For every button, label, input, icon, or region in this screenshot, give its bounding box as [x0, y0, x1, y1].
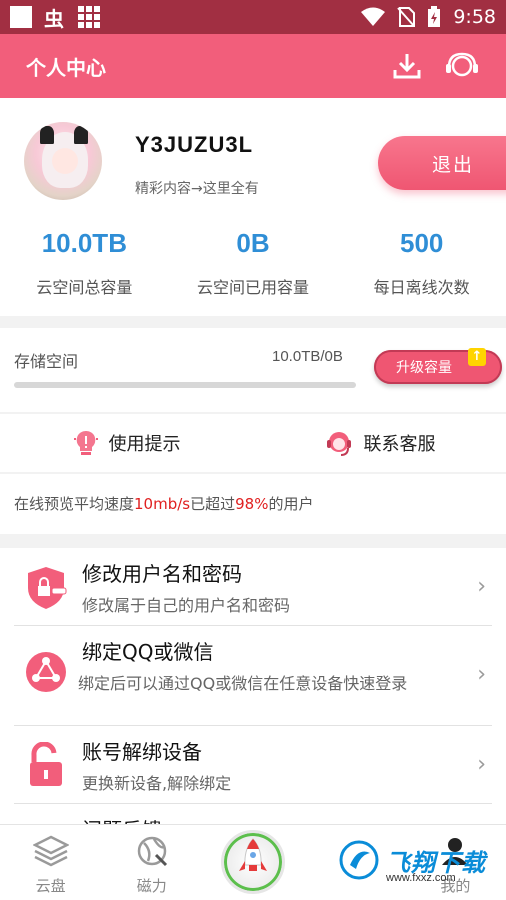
settings-menu: 修改用户名和密码 修改属于自己的用户名和密码 › 绑定QQ或微信 绑定后可以通过…	[0, 548, 506, 824]
storage-progress-bar	[14, 382, 356, 388]
contact-support-link[interactable]: 联系客服	[253, 414, 506, 472]
menu-item-title: 修改用户名和密码	[82, 562, 242, 586]
avatar[interactable]	[24, 122, 102, 200]
chevron-right-icon: ›	[477, 662, 486, 687]
rocket-icon	[239, 838, 267, 871]
battery-charging-icon	[428, 6, 441, 27]
stat-value: 10.0TB	[41, 228, 127, 258]
stat-used-capacity: 0B 云空间已用容量	[169, 228, 338, 298]
speed-note: 在线预览平均速度10mb/s已超过98%的用户	[0, 474, 506, 534]
speed-prefix: 在线预览平均速度	[14, 495, 135, 513]
menu-item-feedback[interactable]: 问题反馈	[14, 804, 492, 824]
menu-item-bind-qq-wechat[interactable]: 绑定QQ或微信 绑定后可以通过QQ或微信在任意设备快速登录 ›	[14, 626, 492, 726]
tab-magnet[interactable]: 磁力	[101, 825, 202, 900]
menu-item-subtitle: 更换新设备,解除绑定	[82, 774, 232, 793]
stat-label: 云空间已用容量	[197, 278, 310, 297]
storage-label: 存储空间	[14, 352, 79, 371]
menu-item-title: 账号解绑设备	[82, 740, 202, 764]
stat-value: 0B	[236, 228, 270, 258]
customer-service-icon	[326, 432, 351, 456]
magnet-globe-icon	[137, 836, 167, 867]
speed-percent: 98%	[235, 495, 269, 513]
usage-tips-label: 使用提示	[108, 434, 181, 455]
lightbulb-icon	[73, 430, 98, 455]
menu-item-unbind-device[interactable]: 账号解绑设备 更换新设备,解除绑定 ›	[14, 726, 492, 804]
clock: 9:58	[453, 6, 496, 28]
username: Y3JUZU3L	[135, 132, 254, 157]
status-bar: 虫 9:58	[0, 0, 506, 34]
watermark-logo-icon	[339, 840, 379, 880]
notification-square-icon	[10, 6, 32, 28]
upgrade-label: 升级容量	[396, 360, 452, 376]
chevron-right-icon: ›	[477, 752, 486, 777]
shield-lock-icon	[28, 567, 67, 609]
upgrade-capacity-button[interactable]: 升级容量 ↑	[374, 348, 502, 384]
contact-support-label: 联系客服	[363, 434, 436, 455]
download-icon[interactable]	[392, 51, 422, 81]
wifi-icon	[361, 7, 386, 26]
speed-suffix: 的用户	[268, 495, 314, 513]
rocket-center-button[interactable]	[221, 830, 285, 894]
layers-icon	[31, 835, 70, 867]
tab-label: 磁力	[136, 877, 167, 895]
stats-row: 10.0TB 云空间总容量 0B 云空间已用容量 500 每日离线次数	[0, 228, 506, 298]
customer-service-headset-icon[interactable]	[444, 51, 480, 81]
page-title: 个人中心	[26, 55, 106, 80]
app-header: 个人中心	[0, 34, 506, 98]
tab-cloud-drive[interactable]: 云盘	[0, 825, 101, 900]
bug-notification-icon: 虫	[44, 6, 64, 31]
stat-offline-count: 500 每日离线次数	[337, 228, 506, 298]
user-slogan: 精彩内容→这里全有	[135, 181, 259, 197]
logout-button[interactable]: 退出	[378, 136, 506, 190]
menu-item-subtitle: 绑定后可以通过QQ或微信在任意设备快速登录	[78, 674, 408, 693]
stat-label: 每日离线次数	[373, 278, 470, 297]
menu-item-change-credentials[interactable]: 修改用户名和密码 修改属于自己的用户名和密码 ›	[14, 548, 492, 626]
app-grid-notification-icon	[78, 6, 100, 28]
chevron-right-icon: ›	[477, 574, 486, 599]
usage-tips-link[interactable]: 使用提示	[0, 414, 253, 472]
quick-links: 使用提示 联系客服	[0, 414, 506, 472]
menu-item-title: 绑定QQ或微信	[82, 640, 214, 664]
watermark-url: www.fxxz.com	[386, 872, 456, 884]
no-sim-icon	[397, 7, 416, 27]
menu-item-title: 问题反馈	[82, 814, 162, 824]
speed-middle: 已超过	[190, 495, 236, 513]
tab-label: 云盘	[35, 877, 66, 895]
stat-total-capacity: 10.0TB 云空间总容量	[0, 228, 169, 298]
stat-label: 云空间总容量	[36, 278, 133, 297]
storage-amount: 10.0TB/0B	[272, 348, 343, 365]
link-nodes-icon	[26, 652, 66, 692]
profile-card: Y3JUZU3L 精彩内容→这里全有 退出 10.0TB 云空间总容量 0B 云…	[0, 98, 506, 316]
storage-panel: 存储空间 10.0TB/0B 升级容量 ↑	[0, 328, 506, 412]
unlock-icon	[30, 742, 62, 786]
stat-value: 500	[399, 228, 444, 258]
arrow-up-icon: ↑	[468, 348, 486, 366]
speed-value: 10mb/s	[134, 495, 191, 513]
watermark: 飞翔下载 www.fxxz.com	[338, 832, 502, 888]
menu-item-subtitle: 修改属于自己的用户名和密码	[82, 596, 291, 615]
